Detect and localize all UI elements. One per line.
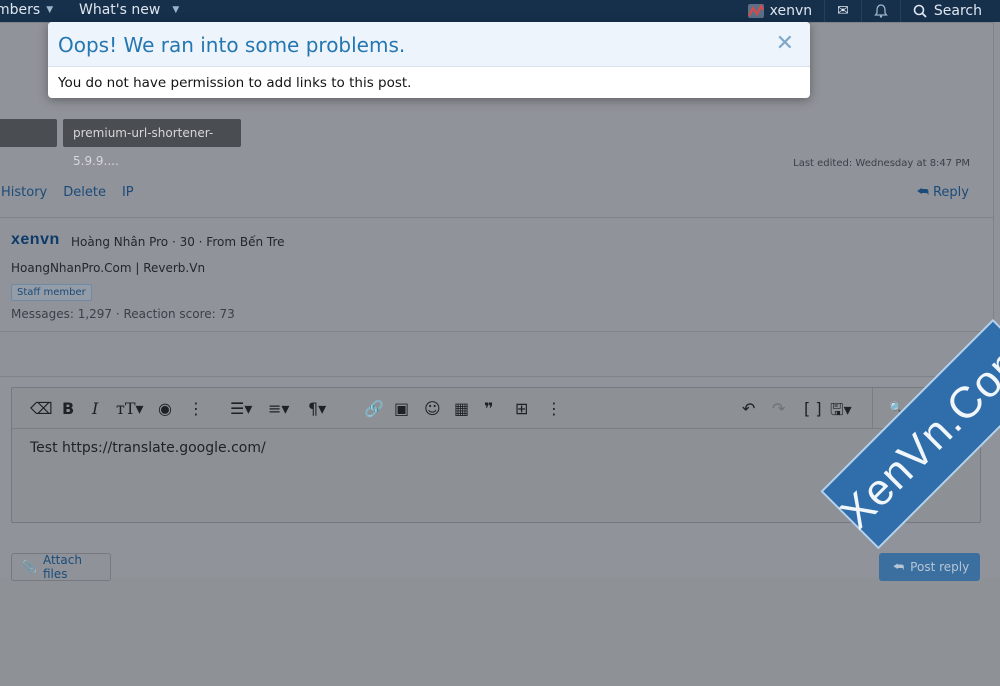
last-edited: Last edited: Wednesday at 8:47 PM xyxy=(793,158,970,169)
editor-content[interactable]: Test https://translate.google.com/ xyxy=(30,440,266,456)
nav-whats-new-label: What's new xyxy=(79,2,161,18)
reply-link[interactable]: ⮪ Reply xyxy=(917,185,969,200)
bold-icon[interactable]: B xyxy=(62,399,74,418)
signature-info: Hoàng Nhân Pro · 30 · From Bến Tre xyxy=(71,235,285,249)
editor-toolbar: ⌫ B I тT▾ ◉ ⋮ ☰▾ ≡▾ ¶▾ 🔗 ▣ ☺ ▦ ❞ ⊞ ⋮ ↶ ↷… xyxy=(12,388,980,429)
alerts-button[interactable] xyxy=(860,0,900,22)
reply-icon: ⮪ xyxy=(893,559,905,574)
media-icon[interactable]: ▦ xyxy=(454,399,469,418)
user-name: xenvn xyxy=(769,3,813,19)
italic-icon[interactable]: I xyxy=(92,399,98,418)
search-button[interactable]: Search xyxy=(899,0,1000,22)
staff-badge: Staff member xyxy=(11,284,92,301)
more-vertical-icon[interactable]: ⋮ xyxy=(188,399,204,418)
avatar xyxy=(747,4,764,18)
error-dialog: Oops! We ran into some problems. ✕ You d… xyxy=(48,22,810,98)
attachment-label: premium-url-shortener-5.9.9.... xyxy=(73,126,214,168)
user-account-link[interactable]: xenvn xyxy=(736,0,825,22)
chevron-down-icon[interactable]: ▼ xyxy=(46,5,53,15)
reply-label: Reply xyxy=(932,185,969,200)
preview-label: Preview xyxy=(909,401,964,415)
bbcode-icon[interactable]: [ ] xyxy=(804,399,822,418)
attachment-file[interactable]: premium-url-shortener-5.9.9.... xyxy=(63,119,241,168)
ip-link[interactable]: IP xyxy=(122,185,134,200)
text-size-icon[interactable]: тT▾ xyxy=(116,399,144,418)
top-navigation-bar: mbers ▼ What's new ▼ xenvn ✉ Search xyxy=(0,0,1000,22)
nav-members-label: mbers xyxy=(0,2,41,18)
dialog-header: Oops! We ran into some problems. ✕ xyxy=(48,22,810,67)
clear-format-icon[interactable]: ⌫ xyxy=(30,399,53,418)
page-background: premium-url-shortener-5.9.9.... Last edi… xyxy=(0,22,1000,581)
mail-icon: ✉ xyxy=(837,3,849,19)
search-label: Search xyxy=(933,3,982,19)
redo-icon[interactable]: ↷ xyxy=(772,399,785,418)
preview-icon: 🔍 xyxy=(889,401,904,415)
reply-icon: ⮪ xyxy=(916,185,929,200)
more-vertical-icon[interactable]: ⋮ xyxy=(546,399,562,418)
table-icon[interactable]: ⊞ xyxy=(515,399,528,418)
history-link[interactable]: History xyxy=(1,185,47,200)
chevron-down-icon[interactable]: ▼ xyxy=(172,5,179,15)
paperclip-icon: 📎 xyxy=(22,560,37,574)
nav-members[interactable]: mbers ▼ xyxy=(0,2,53,18)
divider xyxy=(0,217,993,218)
signature-sites: HoangNhanPro.Com | Reverb.Vn xyxy=(11,261,206,275)
palette-icon[interactable]: ◉ xyxy=(158,399,172,418)
link-icon[interactable]: 🔗 xyxy=(364,399,384,418)
smiley-icon[interactable]: ☺ xyxy=(424,399,441,418)
search-icon xyxy=(913,4,927,18)
preview-button[interactable]: 🔍 Preview xyxy=(872,388,980,428)
reply-area: ⌫ B I тT▾ ◉ ⋮ ☰▾ ≡▾ ¶▾ 🔗 ▣ ☺ ▦ ❞ ⊞ ⋮ ↶ ↷… xyxy=(0,376,1000,581)
signature-brand: xenvn xyxy=(11,231,60,248)
close-icon[interactable]: ✕ xyxy=(776,31,794,56)
nav-whats-new[interactable]: What's new ▼ xyxy=(79,2,179,18)
paragraph-icon[interactable]: ¶▾ xyxy=(308,399,326,418)
image-icon[interactable]: ▣ xyxy=(394,399,409,418)
dialog-title: Oops! We ran into some problems. xyxy=(58,33,406,57)
delete-link[interactable]: Delete xyxy=(63,185,106,200)
rich-text-editor[interactable]: ⌫ B I тT▾ ◉ ⋮ ☰▾ ≡▾ ¶▾ 🔗 ▣ ☺ ▦ ❞ ⊞ ⋮ ↶ ↷… xyxy=(11,387,981,523)
post-reply-label: Post reply xyxy=(910,560,970,574)
inbox-button[interactable]: ✉ xyxy=(824,0,861,22)
attachment-thumbnail[interactable] xyxy=(0,119,57,147)
topbar-right: xenvn ✉ Search xyxy=(736,0,1000,22)
align-icon[interactable]: ≡▾ xyxy=(268,399,289,418)
quote-icon[interactable]: ❞ xyxy=(484,399,493,418)
undo-icon[interactable]: ↶ xyxy=(742,399,755,418)
bell-icon xyxy=(874,4,888,18)
post-actions: History Delete IP xyxy=(1,185,134,200)
drafts-icon[interactable]: 🖫▾ xyxy=(830,399,852,426)
dialog-message: You do not have permission to add links … xyxy=(58,75,412,91)
user-stats: Messages: 1,297 · Reaction score: 73 xyxy=(11,307,235,321)
list-icon[interactable]: ☰▾ xyxy=(230,399,252,418)
